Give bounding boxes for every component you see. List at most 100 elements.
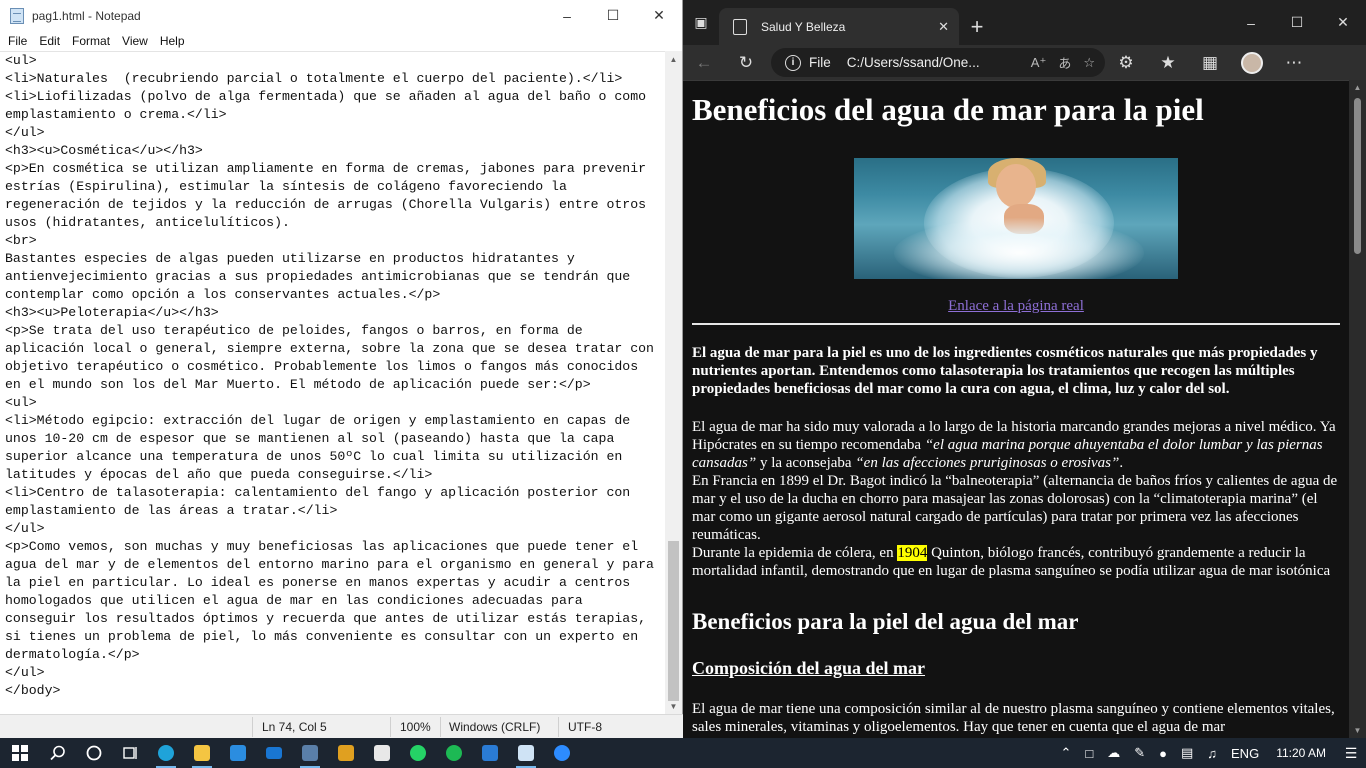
minimize-icon[interactable]: – bbox=[1228, 0, 1274, 45]
notepad-text-area[interactable]: <ul> <li>Naturales (recubriendo parcial o… bbox=[0, 51, 666, 714]
vscode-icon[interactable] bbox=[472, 738, 508, 768]
whatsapp-icon[interactable] bbox=[400, 738, 436, 768]
extensions-icon[interactable]: ⚙ bbox=[1105, 53, 1147, 73]
onedrive-icon[interactable]: ☁ bbox=[1100, 745, 1127, 761]
notepad-line[interactable]: emplastamiento de las áreas a tratar.</l… bbox=[5, 502, 666, 520]
notepad-scrollbar[interactable]: ▲ ▼ bbox=[665, 51, 682, 714]
notepad-text[interactable]: <ul> <li>Naturales (recubriendo parcial o… bbox=[0, 52, 666, 700]
spotify-icon[interactable] bbox=[436, 738, 472, 768]
photos-icon[interactable] bbox=[292, 738, 328, 768]
search-icon[interactable] bbox=[40, 738, 76, 768]
network-icon[interactable]: ▤ bbox=[1174, 745, 1200, 761]
task-view-icon[interactable] bbox=[112, 738, 148, 768]
translate-icon[interactable]: あ bbox=[1058, 53, 1071, 72]
notepad-line[interactable]: en el mundo son los del Mar Muerto. El m… bbox=[5, 376, 666, 394]
read-aloud-icon[interactable]: A⁺ bbox=[1031, 55, 1047, 71]
maximize-icon[interactable]: ☐ bbox=[590, 0, 636, 31]
scroll-down-icon[interactable]: ▼ bbox=[665, 698, 682, 714]
back-arrow-icon[interactable]: ← bbox=[683, 53, 725, 73]
notepad-line[interactable]: </ul> bbox=[5, 124, 666, 142]
tab-close-icon[interactable]: ✕ bbox=[938, 19, 949, 35]
notepad-line[interactable]: <li>Centro de talasoterapia: calentamien… bbox=[5, 484, 666, 502]
notepad-scroll-thumb[interactable] bbox=[668, 541, 679, 701]
notepad-line[interactable]: </body> bbox=[5, 682, 666, 700]
notepad-line[interactable]: usos (hidratantes, anticelulíticos). bbox=[5, 214, 666, 232]
app-icon[interactable] bbox=[364, 738, 400, 768]
notepad-line[interactable]: agua del mar y de elementos del entorno … bbox=[5, 556, 666, 574]
notepad-line[interactable]: homologados que utilicen el agua de mar … bbox=[5, 592, 666, 610]
scroll-down-icon[interactable]: ▼ bbox=[1349, 726, 1366, 735]
paint-icon[interactable] bbox=[328, 738, 364, 768]
notepad-line[interactable]: dermatología.</p> bbox=[5, 646, 666, 664]
edge-taskbar-icon[interactable] bbox=[148, 738, 184, 768]
menu-view[interactable]: View bbox=[116, 34, 154, 48]
notepad-line[interactable]: la piel en particular. Lo ideal es poner… bbox=[5, 574, 666, 592]
menu-file[interactable]: File bbox=[2, 34, 33, 48]
notepad-line[interactable]: antienvejecimiento gracias a sus propied… bbox=[5, 268, 666, 286]
notepad-line[interactable]: <ul> bbox=[5, 52, 666, 70]
new-tab-icon[interactable]: + bbox=[959, 8, 995, 45]
real-page-link[interactable]: Enlace a la página real bbox=[692, 297, 1340, 315]
notepad-line[interactable]: estrías (Espirulina), estimular la sínte… bbox=[5, 178, 666, 196]
notepad-taskbar-icon[interactable] bbox=[508, 738, 544, 768]
favorites-icon[interactable]: ★ bbox=[1147, 53, 1189, 73]
tab-actions-icon[interactable]: ▣ bbox=[683, 0, 719, 45]
close-icon[interactable]: ✕ bbox=[1320, 0, 1366, 45]
store-icon[interactable] bbox=[220, 738, 256, 768]
language-indicator[interactable]: ENG bbox=[1224, 746, 1266, 761]
notification-icon[interactable]: ☰ bbox=[1336, 738, 1366, 768]
notepad-line[interactable]: <h3><u>Cosmética</u></h3> bbox=[5, 142, 666, 160]
meet-now-icon[interactable]: □ bbox=[1078, 746, 1100, 761]
microphone-icon[interactable]: ● bbox=[1152, 746, 1174, 761]
address-bar[interactable]: i File C:/Users/ssand/One... A⁺ あ ☆ bbox=[771, 48, 1105, 77]
maximize-icon[interactable]: ☐ bbox=[1274, 0, 1320, 45]
notepad-line[interactable]: <li>Liofilizadas (polvo de alga fermenta… bbox=[5, 88, 666, 106]
collections-icon[interactable]: ▦ bbox=[1189, 53, 1231, 73]
profile-avatar[interactable] bbox=[1231, 51, 1273, 74]
mail-icon[interactable] bbox=[256, 738, 292, 768]
cortana-icon[interactable] bbox=[76, 738, 112, 768]
browser-scrollbar[interactable]: ▲ ▼ bbox=[1349, 80, 1366, 738]
info-icon[interactable]: i bbox=[785, 54, 801, 71]
notepad-line[interactable]: <li>Naturales (recubriendo parcial o tot… bbox=[5, 70, 666, 88]
menu-help[interactable]: Help bbox=[154, 34, 191, 48]
show-hidden-icons-icon[interactable]: ⌃ bbox=[1053, 745, 1078, 761]
notepad-line[interactable]: <li>Método egipcio: extracción del lugar… bbox=[5, 412, 666, 430]
scroll-up-icon[interactable]: ▲ bbox=[665, 51, 682, 67]
zoom-icon[interactable] bbox=[544, 738, 580, 768]
notepad-line[interactable]: aplicación local o general, siempre exte… bbox=[5, 340, 666, 358]
scroll-up-icon[interactable]: ▲ bbox=[1349, 83, 1366, 92]
notepad-line[interactable]: </ul> bbox=[5, 520, 666, 538]
file-explorer-icon[interactable] bbox=[184, 738, 220, 768]
add-favorite-icon[interactable]: ☆ bbox=[1083, 55, 1095, 71]
notepad-line[interactable]: contemplar como opción a los conservante… bbox=[5, 286, 666, 304]
notepad-line[interactable]: conseguir los resultados óptimos y recue… bbox=[5, 610, 666, 628]
pen-icon[interactable]: ✎ bbox=[1127, 745, 1152, 761]
notepad-line[interactable]: emplastamiento o crema.</li> bbox=[5, 106, 666, 124]
notepad-line[interactable]: superior alcance una temperatura de unos… bbox=[5, 448, 666, 466]
browser-viewport[interactable]: Beneficios del agua de mar para la piel … bbox=[683, 80, 1366, 738]
minimize-icon[interactable]: – bbox=[544, 0, 590, 31]
address-url[interactable]: C:/Users/ssand/One... bbox=[847, 55, 1019, 70]
notepad-line[interactable]: unos 10-20 cm de espesor que se mantiene… bbox=[5, 430, 666, 448]
notepad-line[interactable]: </ul> bbox=[5, 664, 666, 682]
notepad-line[interactable]: regeneración de tejidos y la reducción d… bbox=[5, 196, 666, 214]
menu-edit[interactable]: Edit bbox=[33, 34, 66, 48]
clock[interactable]: 11:20 AM bbox=[1266, 746, 1336, 760]
notepad-line[interactable]: <p>En cosmética se utilizan ampliamente … bbox=[5, 160, 666, 178]
notepad-line[interactable]: <p>Se trata del uso terapéutico de peloi… bbox=[5, 322, 666, 340]
browser-tab[interactable]: Salud Y Belleza ✕ bbox=[719, 8, 959, 45]
notepad-line[interactable]: <ul> bbox=[5, 394, 666, 412]
notepad-title-bar[interactable]: pag1.html - Notepad – ☐ ✕ bbox=[0, 0, 682, 31]
notepad-line[interactable]: objetivo terapéutico o cosmético. Probab… bbox=[5, 358, 666, 376]
more-menu-icon[interactable]: ⋯ bbox=[1273, 53, 1315, 73]
notepad-line[interactable]: <br> bbox=[5, 232, 666, 250]
browser-scroll-thumb[interactable] bbox=[1354, 98, 1361, 254]
notepad-line[interactable]: Bastantes especies de algas pueden utili… bbox=[5, 250, 666, 268]
refresh-icon[interactable]: ↻ bbox=[725, 53, 767, 73]
windows-start-icon[interactable] bbox=[0, 738, 40, 768]
menu-format[interactable]: Format bbox=[66, 34, 116, 48]
volume-icon[interactable]: ♫ bbox=[1200, 746, 1224, 761]
notepad-line[interactable]: latitudes y épocas del año que pueda con… bbox=[5, 466, 666, 484]
close-icon[interactable]: ✕ bbox=[636, 0, 682, 31]
